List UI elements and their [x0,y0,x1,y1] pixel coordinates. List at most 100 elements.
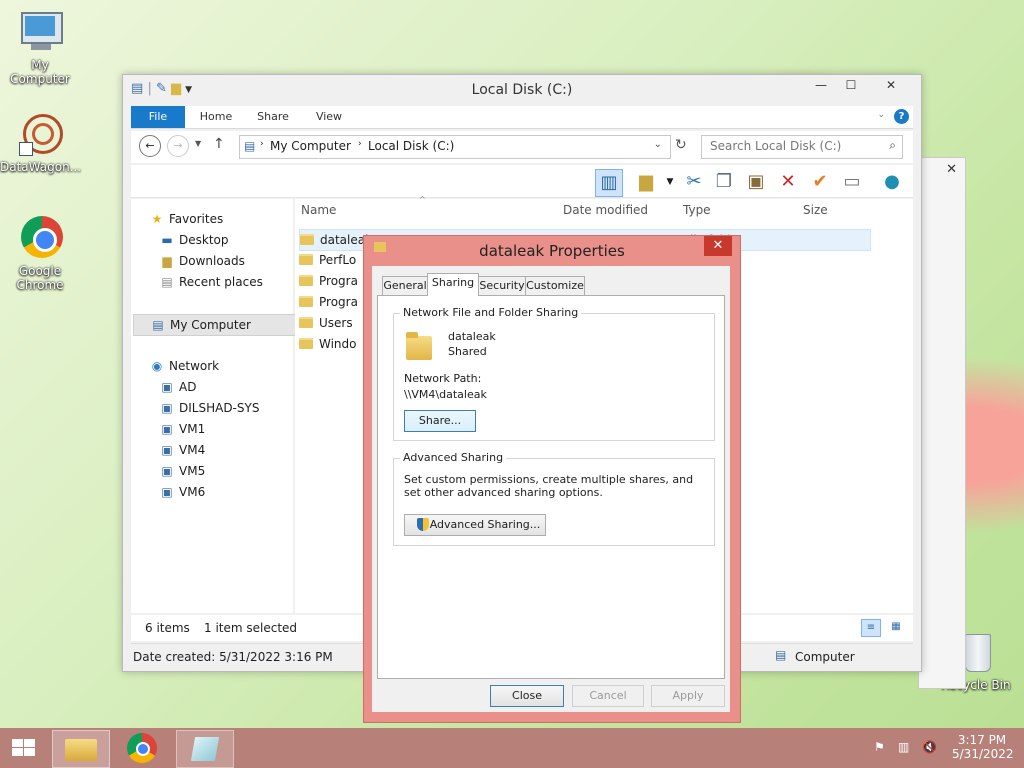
breadcrumb-my-computer[interactable]: My Computer [270,139,351,153]
details-view-icon[interactable]: ≡ [861,619,881,637]
search-icon[interactable]: ⌕ [889,138,896,153]
back-button[interactable]: ← [139,135,161,157]
network-computer-icon: ▣ [161,422,173,436]
file-name: Progra [319,274,358,288]
window-title: Local Disk (C:) [471,82,573,98]
sort-arrow-icon: ^ [419,195,426,204]
copy-icon[interactable]: ❐ [711,169,737,195]
tab-file[interactable]: File [131,106,185,128]
forward-button[interactable]: → [167,135,189,157]
chevron-down-icon[interactable]: ⌄ [654,139,662,150]
group-label: Network File and Folder Sharing [400,306,582,319]
dropdown-icon[interactable]: ▼ [657,169,683,195]
rename-icon[interactable]: ▭ [839,169,865,195]
folder-status: Shared [448,345,487,358]
action-center-icon[interactable]: ⚑ [874,740,885,754]
address-row: ← → ▼ ↑ ▤ › My Computer › Local Disk (C:… [131,131,913,163]
close-icon[interactable]: ✕ [946,162,957,177]
column-header-size[interactable]: Size [803,203,828,217]
close-button[interactable]: Close [490,685,564,707]
nav-favorites[interactable]: ★ Favorites [149,209,224,229]
volume-muted-icon[interactable]: 🔇 [922,740,937,754]
sharing-panel: Network File and Folder Sharing dataleak… [377,295,725,679]
clock[interactable]: 3:17 PM 5/31/2022 [952,733,1014,761]
windows-logo-icon [12,739,23,747]
taskbar-chrome-button[interactable] [114,730,170,766]
tab-general[interactable]: General [382,276,428,295]
globe-icon[interactable]: ● [879,169,905,195]
network-icon: ◉ [151,359,163,373]
tab-home[interactable]: Home [191,106,241,128]
share-button[interactable]: Share... [404,410,476,432]
taskbar-explorer-button[interactable] [52,730,110,768]
start-button[interactable] [0,730,48,766]
nav-item-vm5[interactable]: ▣ VM5 [159,461,205,481]
nav-item-vm6[interactable]: ▣ VM6 [159,482,205,502]
tab-security[interactable]: Security [478,276,526,295]
folder-options-icon[interactable]: ▆ [633,169,659,195]
close-icon[interactable]: ✕ [869,75,913,96]
delete-icon[interactable]: ✕ [775,169,801,195]
cut-icon[interactable]: ✂ [681,169,707,195]
folder-name: dataleak [448,330,496,343]
file-name: Users [319,316,353,330]
nav-item-recent-places[interactable]: ▤ Recent places [159,272,263,292]
address-bar[interactable]: ▤ › My Computer › Local Disk (C:) ⌄ [239,135,671,159]
table-row[interactable]: Windo [299,334,357,354]
close-icon[interactable]: ✕ [704,236,732,256]
network-tray-icon[interactable]: ▥ [898,740,909,754]
dialog-title: dataleak Properties [479,242,625,260]
preview-pane-icon[interactable]: ▥ [595,169,623,197]
folder-icon [300,234,314,245]
maximize-icon[interactable]: ☐ [837,75,865,96]
explorer-titlebar[interactable]: ▤ | ✎ ▆ ▼ Local Disk (C:) — ☐ ✕ [123,75,921,105]
table-row[interactable]: Users [299,313,353,333]
paste-icon[interactable]: ▣ [743,169,769,195]
column-header-name[interactable]: Name [301,203,336,217]
nav-item-label: VM4 [179,443,206,457]
advanced-sharing-button[interactable]: Advanced Sharing... [404,514,546,536]
help-icon[interactable]: ? [894,109,909,124]
large-icons-view-icon[interactable]: ▦ [887,619,905,635]
desktop-icon-my-computer[interactable]: My Computer [0,10,80,86]
desktop-icon-chrome[interactable]: Google Chrome [0,216,80,292]
taskbar: ⚑ ▥ 🔇 3:17 PM 5/31/2022 [0,728,1024,768]
nav-item-vm4[interactable]: ▣ VM4 [159,440,205,460]
tab-view[interactable]: View [305,106,353,128]
cancel-button[interactable]: Cancel [572,685,644,707]
table-row[interactable]: Progra [299,292,358,312]
search-input[interactable]: Search Local Disk (C:) ⌕ [701,135,903,159]
nav-item-dilshad-sys[interactable]: ▣ DILSHAD-SYS [159,398,259,418]
breadcrumb-local-disk[interactable]: Local Disk (C:) [368,139,454,153]
nav-item-label: VM5 [179,464,206,478]
table-row[interactable]: PerfLo [299,250,356,270]
tab-share[interactable]: Share [249,106,297,128]
chevron-down-icon[interactable]: ⌄ [877,110,885,120]
nav-item-vm1[interactable]: ▣ VM1 [159,419,205,439]
tab-sharing[interactable]: Sharing [427,273,479,296]
nav-network[interactable]: ◉ Network [149,356,219,376]
nav-item-ad[interactable]: ▣ AD [159,377,196,397]
refresh-icon[interactable]: ↻ [675,137,687,153]
nav-item-desktop[interactable]: ▬ Desktop [159,230,228,250]
column-header-date-modified[interactable]: Date modified [563,203,648,217]
taskbar-app-button[interactable] [176,730,234,768]
folder-icon [299,317,313,328]
checkmark-icon[interactable]: ✔ [807,169,833,195]
network-path-value: \\VM4\dataleak [404,388,487,401]
apply-button[interactable]: Apply [651,685,725,707]
column-header-type[interactable]: Type [683,203,711,217]
background-window[interactable]: ✕ [918,157,966,689]
table-row[interactable]: Progra [299,271,358,291]
recent-locations-icon[interactable]: ▼ [195,139,201,148]
folder-icon [299,296,313,307]
nav-item-label: DILSHAD-SYS [179,401,260,415]
network-sharing-group: Network File and Folder Sharing dataleak… [393,306,715,441]
up-button[interactable]: ↑ [213,136,225,152]
tab-customize[interactable]: Customize [525,276,585,295]
minimize-icon[interactable]: — [807,75,835,96]
nav-item-downloads[interactable]: ▆ Downloads [159,251,245,271]
desktop-icon-datawagon[interactable]: DataWagon... [0,112,81,174]
nav-my-computer[interactable]: ▤ My Computer [133,314,299,336]
search-placeholder: Search Local Disk (C:) [710,139,842,153]
